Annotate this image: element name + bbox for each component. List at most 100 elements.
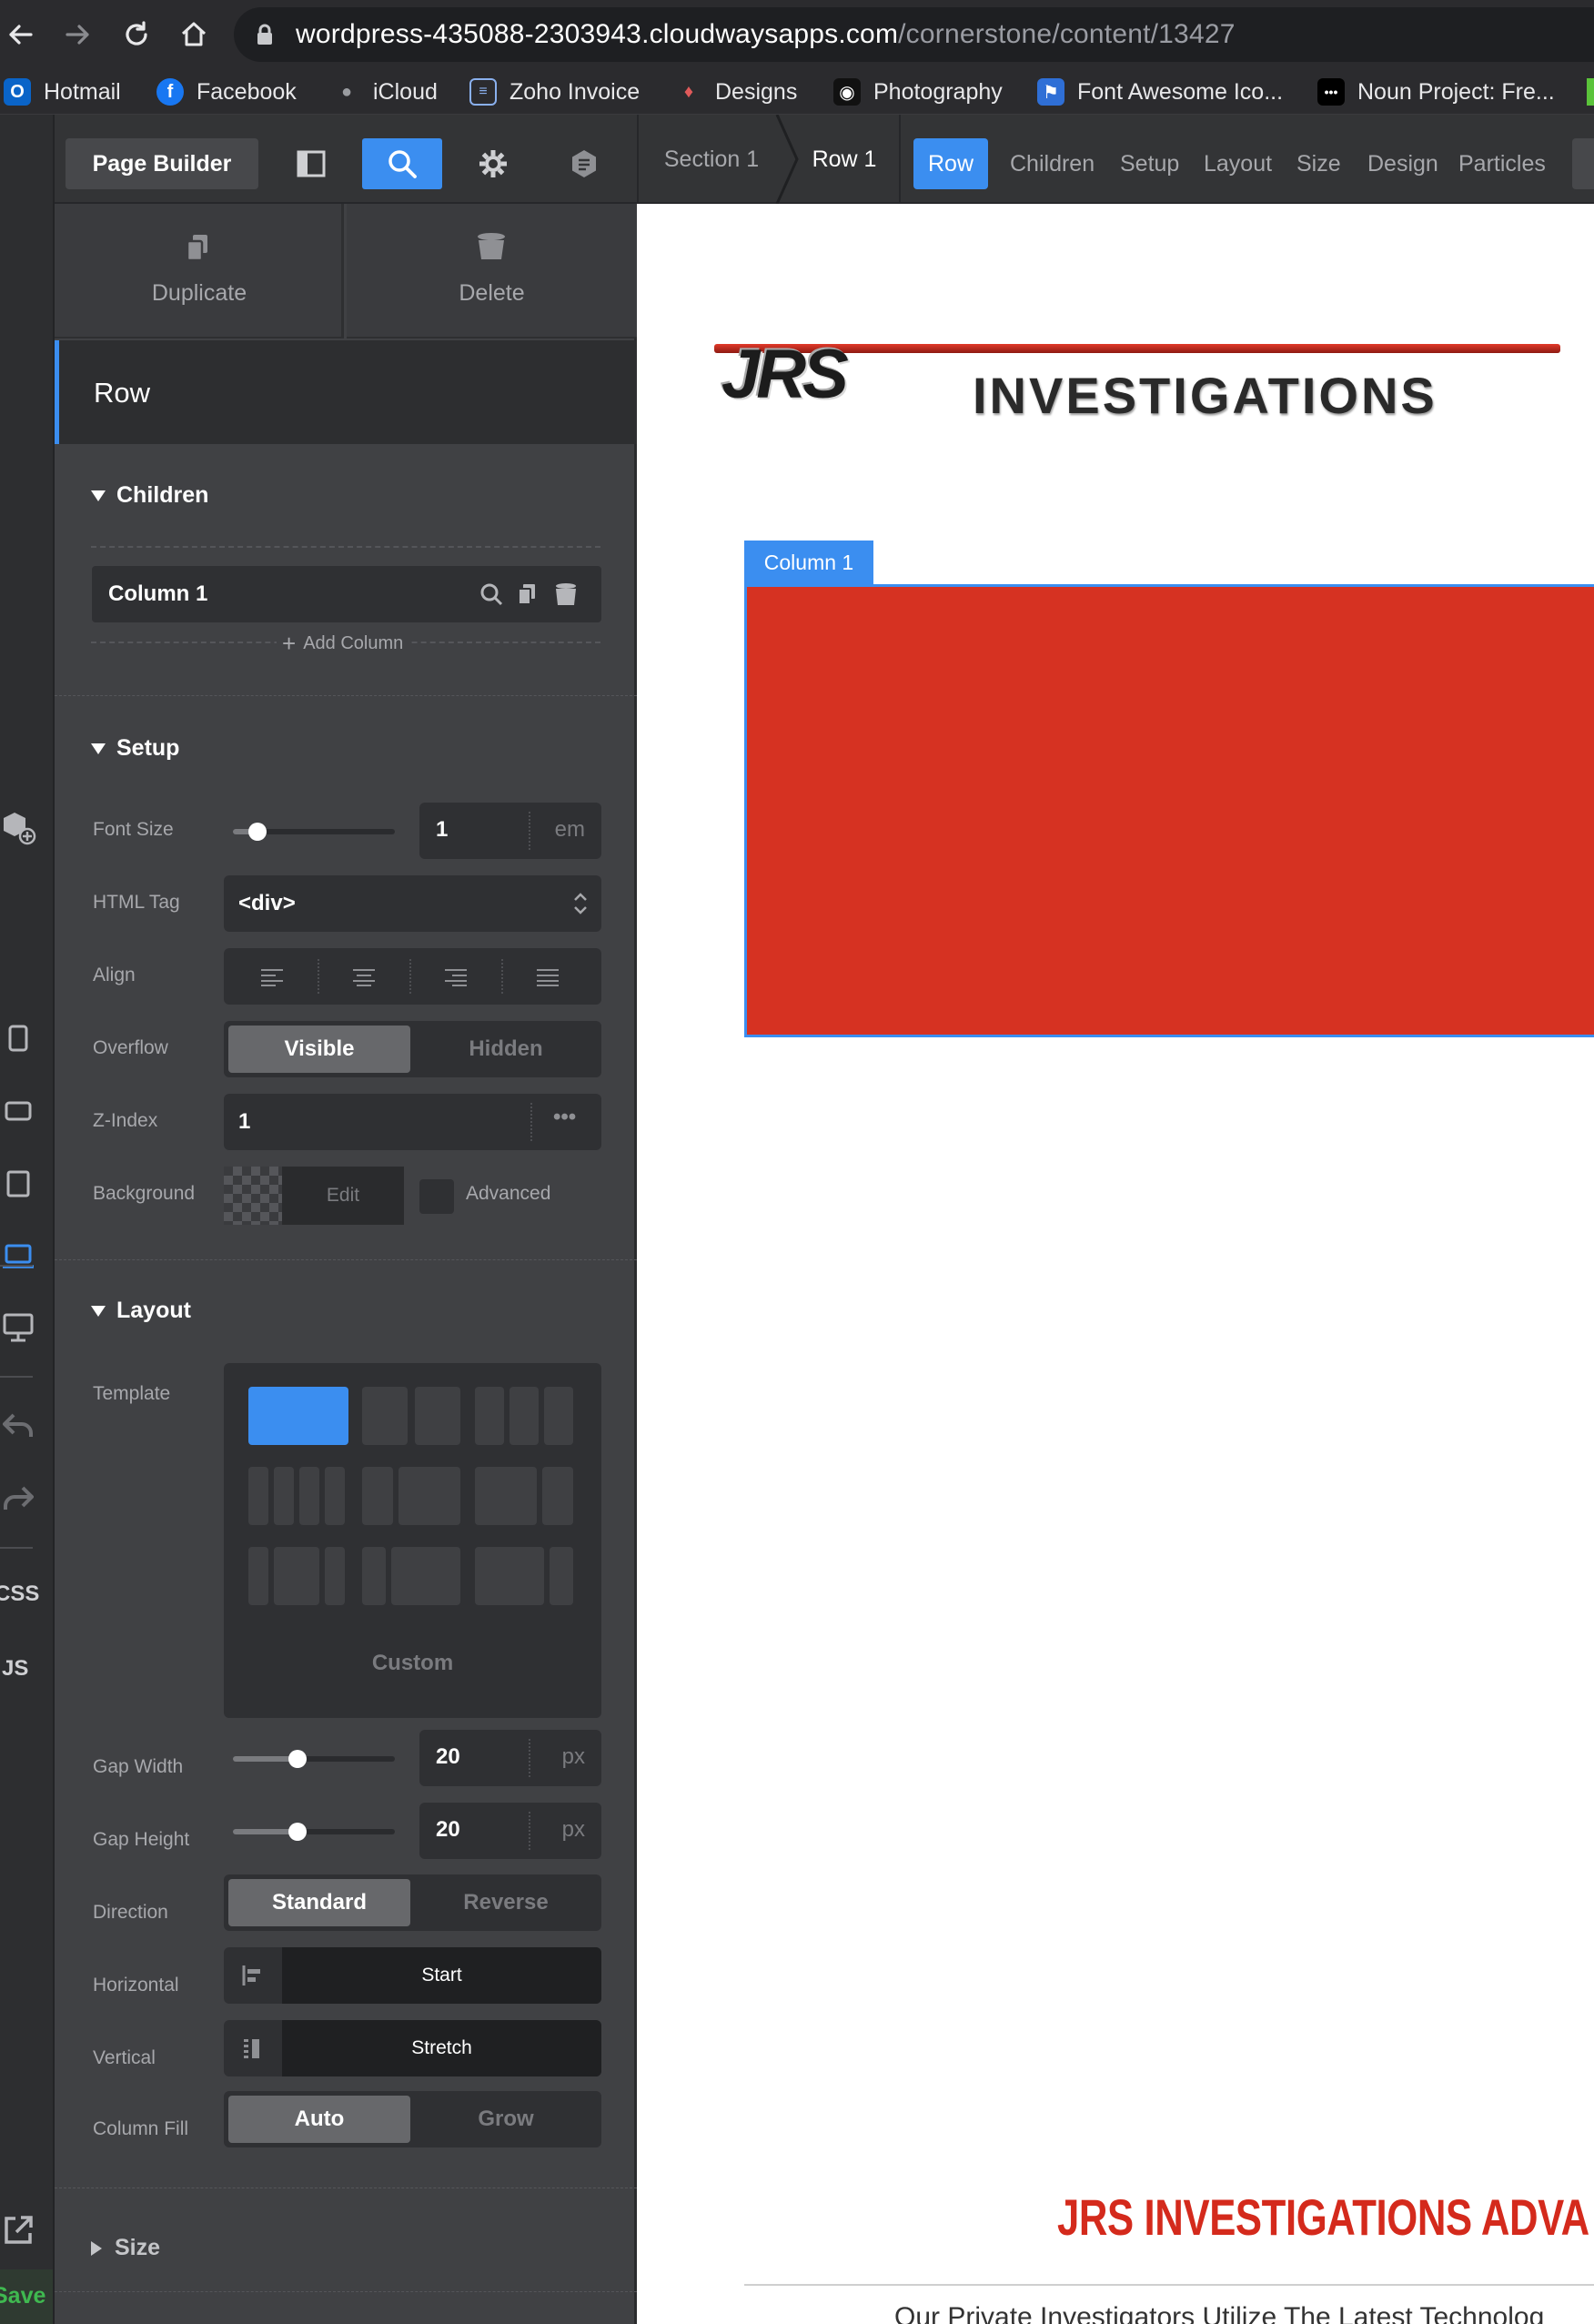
- slider-knob[interactable]: [288, 1750, 308, 1768]
- laptop-preview-icon[interactable]: [0, 1232, 36, 1281]
- overflow-visible-option[interactable]: Visible: [228, 1026, 410, 1073]
- template-4col-d[interactable]: [325, 1467, 345, 1525]
- overflow-hidden-option[interactable]: Hidden: [415, 1026, 597, 1073]
- column-block[interactable]: [744, 584, 1594, 1037]
- tab-setup[interactable]: Setup: [1120, 138, 1179, 189]
- child-item[interactable]: Column 1: [92, 566, 601, 622]
- bookmark-hotmail[interactable]: O Hotmail: [4, 75, 121, 109]
- background-edit-button[interactable]: Edit: [282, 1167, 404, 1225]
- breadcrumb-section[interactable]: Section 1: [639, 115, 784, 204]
- gap-width-slider[interactable]: [233, 1750, 395, 1768]
- layout-panel-icon[interactable]: [273, 138, 349, 189]
- template-3-1-b[interactable]: [550, 1547, 573, 1605]
- duplicate-button[interactable]: Duplicate: [55, 204, 344, 338]
- tab-children[interactable]: Children: [1010, 138, 1095, 189]
- gap-height-input[interactable]: 20 px: [419, 1803, 601, 1859]
- template-1-2-1-b[interactable]: [274, 1547, 319, 1605]
- column-fill-auto-option[interactable]: Auto: [228, 2096, 410, 2143]
- z-index-input[interactable]: 1 •••: [224, 1094, 601, 1150]
- template-2col-b[interactable]: [415, 1387, 460, 1445]
- delete-button[interactable]: Delete: [347, 204, 637, 338]
- background-swatch[interactable]: [224, 1167, 282, 1225]
- tab-design[interactable]: Design: [1367, 138, 1438, 189]
- template-1-2-1-c[interactable]: [325, 1547, 345, 1605]
- tab-particles[interactable]: Particles: [1458, 138, 1546, 189]
- address-bar[interactable]: wordpress-435088-2303943.cloudwaysapps.c…: [234, 7, 1594, 62]
- bookmark-icloud[interactable]: ● iCloud: [333, 75, 438, 109]
- inspect-search-icon[interactable]: [362, 138, 442, 189]
- horizontal-select[interactable]: Start: [224, 1947, 601, 2004]
- children-section-toggle[interactable]: Children: [91, 482, 208, 509]
- add-column-button[interactable]: + Add Column: [277, 630, 409, 658]
- delete-child-icon[interactable]: [554, 581, 578, 607]
- tab-overflow[interactable]: [1572, 138, 1594, 189]
- template-2-1-b[interactable]: [542, 1467, 573, 1525]
- size-section-toggle[interactable]: Size: [91, 2235, 160, 2261]
- html-tag-select[interactable]: <div>: [224, 875, 601, 932]
- css-button[interactable]: CSS: [0, 1581, 39, 1607]
- forward-arrow-icon[interactable]: [58, 15, 98, 55]
- page-builder-button[interactable]: Page Builder: [66, 138, 258, 189]
- reload-icon[interactable]: [116, 15, 156, 55]
- template-4col-c[interactable]: [299, 1467, 319, 1525]
- breadcrumb-row[interactable]: Row 1: [799, 115, 890, 204]
- bookmark-facebook[interactable]: f Facebook: [156, 75, 297, 109]
- align-justify-icon[interactable]: [536, 968, 560, 986]
- save-button[interactable]: Save: [0, 2269, 53, 2324]
- gap-width-input[interactable]: 20 px: [419, 1730, 601, 1786]
- bookmark-photography[interactable]: ◉ Photography: [833, 75, 1003, 109]
- template-3col[interactable]: [475, 1387, 504, 1445]
- vertical-select[interactable]: Stretch: [224, 2020, 601, 2076]
- bookmark-noun-project[interactable]: ••• Noun Project: Fre...: [1317, 75, 1555, 109]
- phone-landscape-preview-icon[interactable]: [0, 1088, 36, 1134]
- column-fill-grow-option[interactable]: Grow: [415, 2096, 597, 2143]
- external-link-icon[interactable]: [0, 2208, 36, 2253]
- tab-row[interactable]: Row: [913, 138, 988, 189]
- template-1-3[interactable]: [362, 1547, 386, 1605]
- template-1-2[interactable]: [362, 1467, 393, 1525]
- direction-reverse-option[interactable]: Reverse: [415, 1879, 597, 1926]
- bookmark-designs[interactable]: ♦ Designs: [675, 75, 797, 109]
- template-4col-b[interactable]: [274, 1467, 294, 1525]
- undo-icon[interactable]: [0, 1403, 36, 1449]
- js-button[interactable]: JS: [2, 1656, 28, 1682]
- redo-icon[interactable]: [0, 1476, 36, 1521]
- advanced-checkbox[interactable]: [419, 1179, 454, 1214]
- gap-height-slider[interactable]: [233, 1823, 395, 1841]
- template-3col-c[interactable]: [544, 1387, 573, 1445]
- direction-standard-option[interactable]: Standard: [228, 1879, 410, 1926]
- layout-section-toggle[interactable]: Layout: [91, 1298, 191, 1324]
- home-icon[interactable]: [174, 15, 214, 55]
- tab-size[interactable]: Size: [1296, 138, 1341, 189]
- font-size-slider[interactable]: [233, 823, 395, 841]
- desktop-preview-icon[interactable]: [0, 1303, 36, 1352]
- align-center-icon[interactable]: [352, 968, 376, 986]
- template-2-1[interactable]: [475, 1467, 537, 1525]
- add-element-icon[interactable]: [0, 804, 36, 850]
- slider-knob[interactable]: [288, 1823, 308, 1841]
- phone-preview-icon[interactable]: [0, 1015, 36, 1061]
- template-2col[interactable]: [362, 1387, 408, 1445]
- template-1col[interactable]: [248, 1387, 348, 1445]
- duplicate-child-icon[interactable]: [516, 582, 538, 606]
- template-3-1[interactable]: [475, 1547, 544, 1605]
- template-custom-button[interactable]: Custom: [224, 1651, 601, 1676]
- bookmark-font-awesome[interactable]: ⚑ Font Awesome Ico...: [1037, 75, 1283, 109]
- more-options-icon[interactable]: •••: [553, 1105, 576, 1130]
- layers-icon[interactable]: [546, 138, 622, 189]
- template-4col[interactable]: [248, 1467, 268, 1525]
- tab-layout[interactable]: Layout: [1204, 138, 1272, 189]
- inspect-child-icon[interactable]: [479, 582, 503, 606]
- align-left-icon[interactable]: [260, 968, 284, 986]
- template-1-2-b[interactable]: [398, 1467, 460, 1525]
- bookmark-zoho-invoice[interactable]: ≡ Zoho Invoice: [469, 75, 640, 109]
- template-1-2-1[interactable]: [248, 1547, 268, 1605]
- font-size-input[interactable]: 1 em: [419, 803, 601, 859]
- tablet-preview-icon[interactable]: [0, 1161, 36, 1207]
- back-arrow-icon[interactable]: [0, 15, 40, 55]
- align-right-icon[interactable]: [444, 968, 468, 986]
- column-selection-tag[interactable]: Column 1: [744, 541, 873, 584]
- template-1-3-b[interactable]: [391, 1547, 460, 1605]
- gear-icon[interactable]: [455, 138, 531, 189]
- template-3col-b[interactable]: [509, 1387, 539, 1445]
